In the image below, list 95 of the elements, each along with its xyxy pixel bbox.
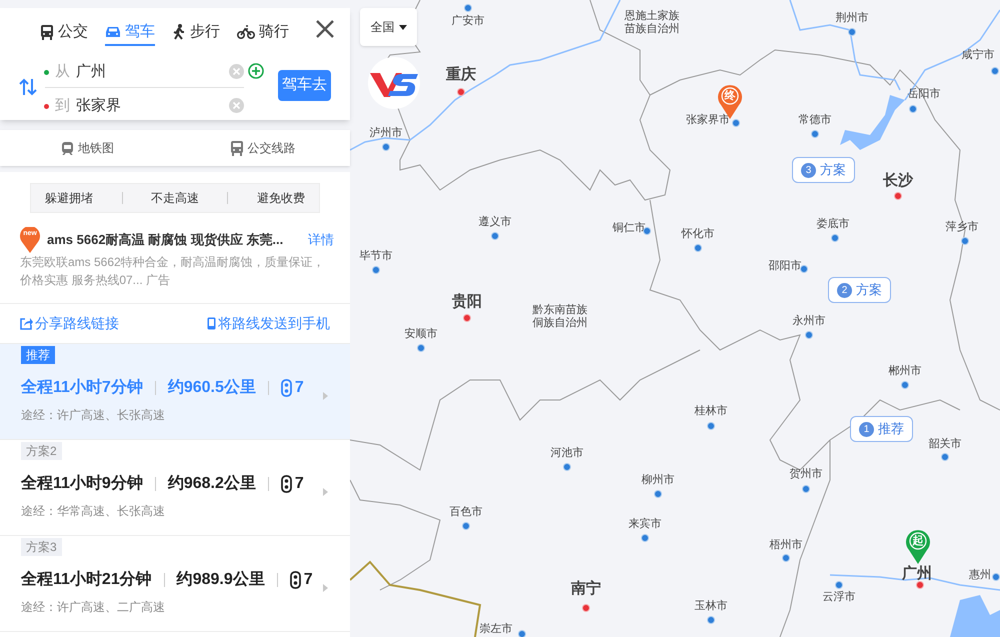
city-label: 长沙 [883,174,913,187]
mode-tab[interactable]: 骑行 [237,20,289,46]
route-via: 途经：许广高速、二广高速 [21,599,165,616]
share-link[interactable]: 分享路线链接 [20,313,119,334]
route-tag: 方案2 [21,442,62,460]
route-option[interactable]: 推荐 全程11小时7分钟 约960.5公里 7 途经：许广高速、长张高速 [0,344,350,440]
bicycle-icon [237,25,255,39]
traffic-light-count: 7 [294,378,304,398]
route-distance: 约989.9公里 [176,570,265,590]
destination-field[interactable]: 到 张家界 [44,92,224,120]
city-label: 遵义市 [478,216,512,229]
route-distance: 约960.5公里 [168,378,256,398]
city-label: 泸州市 [370,127,402,140]
city-label: 永州市 [792,315,826,328]
city-label: 玉林市 [694,600,728,613]
route-tag: 方案3 [21,538,62,556]
traffic-light-icon [290,571,301,589]
route-via: 途经：许广高速、长张高速 [21,407,165,424]
share-link[interactable]: 将路线发送到手机 [207,313,330,334]
route-bubble[interactable]: 1 推荐 [850,416,913,442]
chevron-icon [323,584,328,592]
route-distance: 约968.2公里 [168,474,256,494]
chevron-icon [323,488,328,496]
city-label: 咸宁市 [962,49,994,62]
city-label: 郴州市 [888,365,922,378]
car-icon [105,26,121,38]
city-label: 荆州市 [836,12,868,25]
chevron-icon [323,392,328,400]
city-label: 崇左市 [480,623,512,636]
quick-link[interactable]: 地铁图 [0,130,175,166]
city-label: 百色市 [450,506,482,519]
city-label: 广州 [902,567,932,580]
traffic-light-icon [280,379,292,397]
route-bubble[interactable]: 2 方案 [828,277,891,303]
city-label: 铜仁市 [612,222,646,235]
train-icon [61,142,74,154]
preference-option[interactable]: 不走高速 [150,189,199,207]
city-label: 广安市 [452,15,484,28]
city-label: 云浮市 [822,591,856,604]
city-label: 邵阳市 [768,260,802,273]
traffic-light-count: 7 [304,570,313,590]
city-label: 常德市 [798,114,832,127]
quick-link[interactable]: 公交线路 [175,130,350,166]
start-marker: 起 [905,529,931,565]
mode-tab[interactable]: 驾车 [105,20,155,46]
mode-tab[interactable]: 步行 [172,20,220,46]
preference-option[interactable]: 躲避拥堵 [45,189,94,207]
city-label: 重庆 [446,68,476,81]
city-label: 毕节市 [360,250,392,263]
walker-icon [172,24,186,40]
city-label: 河池市 [550,447,584,460]
ad-description: 东莞欧联ams 5662特种合金，耐高温耐腐蚀，质量保证，价格实惠 服务热线07... 广告 [20,254,326,289]
mode-tab[interactable]: 公交 [40,20,88,46]
city-label: 贺州市 [790,468,822,481]
drive-button[interactable]: 驾车去 [278,70,331,101]
city-label: 贵阳 [452,295,482,308]
lake-drawing [840,95,905,150]
route-duration: 全程11小时7分钟 [21,378,143,398]
share-icon [20,317,33,330]
add-stop-button[interactable] [248,63,264,79]
bus-icon [230,140,244,156]
city-label: 来宾市 [628,518,662,531]
details-link[interactable]: 详情 [308,230,334,250]
preference-option[interactable]: 避免收费 [256,189,305,207]
city-label: 桂林市 [694,405,728,418]
route-duration: 全程11小时21分钟 [21,570,152,590]
traffic-light-icon [280,475,292,493]
city-label: 娄底市 [816,218,850,231]
city-label: 南宁 [571,582,601,595]
caret-icon [398,24,406,30]
city-label: 惠州 [969,569,991,582]
city-label: 梧州市 [770,539,802,552]
bus-icon [40,24,54,40]
close-button[interactable] [315,19,335,39]
phone-icon [207,317,216,330]
traffic-light-count: 7 [294,474,304,494]
city-label: 萍乡市 [946,221,978,234]
route-duration: 全程11小时9分钟 [21,474,143,494]
region-dropdown[interactable]: 全国 [360,8,417,46]
route-option[interactable]: 方案3 全程11小时21分钟 约989.9公里 7 途经：许广高速、二广高速 [0,536,350,632]
swap-icon [19,78,37,96]
logo-icon [366,57,422,109]
route-option[interactable]: 方案2 全程11小时9分钟 约968.2公里 7 途经：华常高速、长张高速 [0,440,350,536]
city-label: 柳州市 [642,474,674,487]
route-tag: 推荐 [21,346,55,364]
city-label: 韶关市 [928,438,962,451]
route-via: 途经：华常高速、长张高速 [21,503,165,520]
sea-drawing [950,595,1000,637]
region-label: 黔东南苗族侗族自治州 [532,304,588,330]
city-label: 安顺市 [404,328,438,341]
route-bubble[interactable]: 3 方案 [792,157,855,183]
ad-title[interactable]: ams 5662耐高温 耐腐蚀 现货供应 东莞... [47,230,302,250]
start-field[interactable]: 从 广州 [44,58,224,86]
city-label: 怀化市 [682,228,714,241]
region-label: 恩施土家族苗族自治州 [624,10,680,36]
